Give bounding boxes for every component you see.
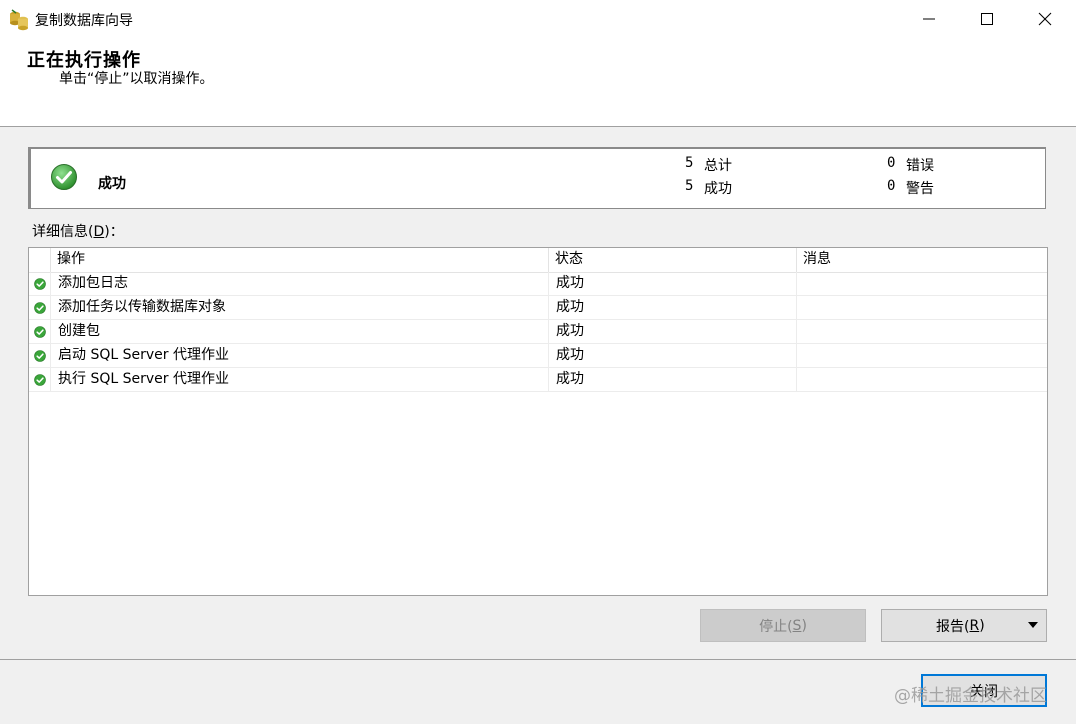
table-row[interactable]: 启动 SQL Server 代理作业 成功	[29, 344, 1047, 368]
summary-panel: 成功 5 总计 5 成功 0 错误 0 警告	[28, 147, 1046, 209]
summary-status: 成功	[98, 176, 126, 192]
window-title: 复制数据库向导	[35, 13, 133, 29]
chevron-down-icon[interactable]	[1028, 622, 1038, 628]
error-count: 0	[887, 155, 896, 171]
row-status-icon-cell	[29, 320, 51, 344]
row-status: 成功	[549, 344, 797, 368]
table-row[interactable]: 添加包日志 成功	[29, 272, 1047, 296]
warning-count: 0	[887, 178, 896, 194]
success-check-icon	[34, 374, 46, 386]
row-status-icon-cell	[29, 272, 51, 296]
maximize-icon	[981, 13, 993, 25]
row-action: 添加任务以传输数据库对象	[51, 296, 549, 320]
table-row[interactable]: 执行 SQL Server 代理作业 成功	[29, 368, 1047, 392]
column-header-message[interactable]: 消息	[797, 248, 1047, 272]
watermark: @稀土掘金技术社区	[894, 686, 1047, 706]
wizard-header: 正在执行操作 单击“停止”以取消操作。	[0, 38, 1076, 127]
stop-button[interactable]: 停止(S)	[700, 609, 866, 642]
details-label: 详细信息(D)：	[32, 224, 124, 240]
close-icon	[1038, 12, 1052, 26]
row-action: 创建包	[51, 320, 549, 344]
icon-column-header	[29, 248, 51, 272]
grid-header: 操作 状态 消息	[29, 248, 1047, 273]
row-status-icon-cell	[29, 368, 51, 392]
row-action: 启动 SQL Server 代理作业	[51, 344, 549, 368]
table-row[interactable]: 创建包 成功	[29, 320, 1047, 344]
row-message	[797, 272, 1047, 296]
error-label: 错误	[906, 158, 934, 174]
column-header-action[interactable]: 操作	[51, 248, 549, 272]
success-check-icon	[34, 350, 46, 362]
row-message	[797, 296, 1047, 320]
database-wizard-icon	[10, 9, 28, 31]
row-message	[797, 320, 1047, 344]
row-status: 成功	[549, 272, 797, 296]
row-status-icon-cell	[29, 344, 51, 368]
maximize-button[interactable]	[958, 0, 1016, 38]
column-header-status[interactable]: 状态	[549, 248, 797, 272]
table-row[interactable]: 添加任务以传输数据库对象 成功	[29, 296, 1047, 320]
row-status-icon-cell	[29, 296, 51, 320]
row-status: 成功	[549, 296, 797, 320]
row-action: 执行 SQL Server 代理作业	[51, 368, 549, 392]
report-button[interactable]: 报告(R)	[881, 609, 1047, 642]
success-count: 5	[685, 178, 694, 194]
page-subtitle: 单击“停止”以取消操作。	[59, 71, 214, 87]
row-status: 成功	[549, 320, 797, 344]
success-check-icon	[51, 164, 77, 190]
success-label: 成功	[704, 181, 732, 197]
row-action: 添加包日志	[51, 272, 549, 296]
footer-divider	[0, 659, 1076, 660]
row-message	[797, 344, 1047, 368]
row-status: 成功	[549, 368, 797, 392]
success-check-icon	[34, 278, 46, 290]
warning-label: 警告	[906, 181, 934, 197]
minimize-button[interactable]	[900, 0, 958, 38]
close-window-button[interactable]	[1016, 0, 1074, 38]
row-message	[797, 368, 1047, 392]
details-grid[interactable]: 操作 状态 消息 添加包日志 成功 添加任务以传输数据库对象 成功 创建包 成功 启动 SQ…	[28, 247, 1048, 596]
total-count: 5	[685, 155, 694, 171]
minimize-icon	[923, 18, 935, 20]
total-label: 总计	[704, 158, 732, 174]
title-bar[interactable]: 复制数据库向导	[0, 0, 1076, 38]
success-check-icon	[34, 326, 46, 338]
success-check-icon	[34, 302, 46, 314]
